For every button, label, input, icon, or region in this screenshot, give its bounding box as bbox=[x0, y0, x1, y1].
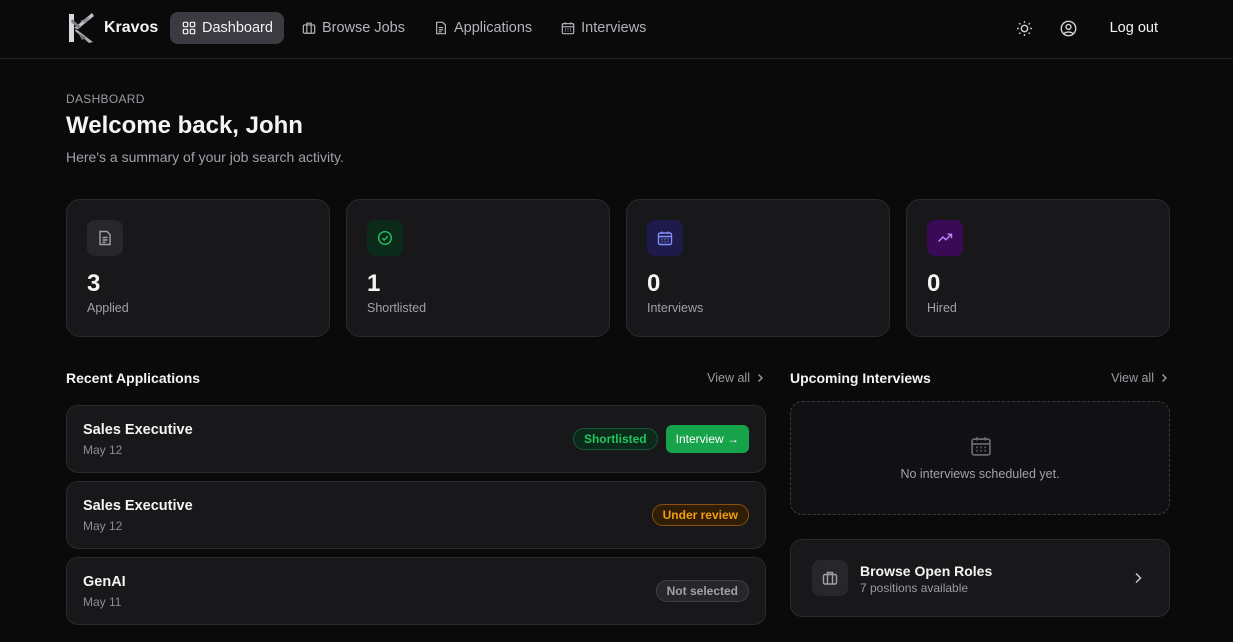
stat-label: Applied bbox=[87, 301, 129, 315]
stat-value: 0 bbox=[647, 270, 661, 297]
top-navigation: Kravos Dashboard Browse Jobs Application… bbox=[0, 0, 1233, 59]
stat-value: 0 bbox=[927, 270, 941, 297]
chevron-right-icon bbox=[758, 374, 763, 382]
browse-title: Browse Open Roles bbox=[860, 563, 993, 579]
application-actions: Shortlisted Interview → bbox=[572, 406, 749, 472]
check-circle-icon bbox=[377, 230, 393, 246]
brand-name: Kravos bbox=[104, 19, 159, 36]
section-title: Recent Applications bbox=[66, 370, 201, 386]
profile-button[interactable] bbox=[1053, 12, 1085, 44]
stat-card-shortlisted[interactable]: 1 Shortlisted bbox=[346, 199, 610, 337]
stat-card-interviews[interactable]: 0 Interviews bbox=[626, 199, 890, 337]
calendar-icon bbox=[971, 437, 991, 456]
stat-label: Hired bbox=[927, 301, 957, 315]
status-badge: Shortlisted bbox=[572, 428, 658, 450]
empty-state-text: No interviews scheduled yet. bbox=[900, 467, 1060, 481]
stats-row: 3 Applied 1 Shortlisted 0 Interviews 0 H… bbox=[66, 199, 1170, 337]
file-icon bbox=[435, 21, 446, 35]
application-title: Sales Executive bbox=[83, 498, 193, 514]
nav-item-browse-jobs[interactable]: Browse Jobs bbox=[290, 12, 416, 44]
stat-value: 1 bbox=[367, 270, 381, 297]
stat-card-hired[interactable]: 0 Hired bbox=[906, 199, 1170, 337]
primary-nav: Dashboard Browse Jobs Applications Inter… bbox=[170, 12, 663, 44]
nav-item-applications[interactable]: Applications bbox=[422, 12, 543, 44]
kravos-logo-icon bbox=[69, 13, 94, 43]
sun-icon bbox=[1017, 20, 1033, 36]
stat-label: Interviews bbox=[647, 301, 704, 315]
file-icon bbox=[99, 230, 111, 246]
theme-toggle-button[interactable] bbox=[1009, 12, 1041, 44]
page-title: Welcome back, John bbox=[66, 112, 303, 139]
stat-value: 3 bbox=[87, 270, 101, 297]
application-title: GenAI bbox=[83, 574, 126, 590]
stat-card-applied[interactable]: 3 Applied bbox=[66, 199, 330, 337]
nav-item-interviews[interactable]: Interviews bbox=[549, 12, 657, 44]
logout-button[interactable]: Log out bbox=[1101, 12, 1167, 44]
list-item[interactable]: Sales Executive May 12 Under review bbox=[66, 481, 766, 549]
nav-item-label: Dashboard bbox=[202, 20, 273, 36]
recent-applications-header: Recent Applications View all bbox=[66, 370, 766, 386]
stat-icon-wrap bbox=[927, 220, 963, 256]
briefcase-icon bbox=[822, 571, 838, 585]
chevron-right-icon bbox=[1162, 374, 1167, 382]
nav-item-dashboard[interactable]: Dashboard bbox=[170, 12, 284, 44]
upcoming-interviews-header: Upcoming Interviews View all bbox=[790, 370, 1170, 386]
dashboard-icon bbox=[182, 21, 196, 35]
calendar-icon bbox=[561, 22, 575, 35]
application-date: May 12 bbox=[83, 443, 123, 457]
stat-label: Shortlisted bbox=[367, 301, 427, 315]
list-item[interactable]: GenAI May 11 Not selected bbox=[66, 557, 766, 625]
stat-icon-wrap bbox=[647, 220, 683, 256]
briefcase-icon bbox=[302, 22, 316, 34]
page-subtitle: Here's a summary of your job search acti… bbox=[66, 149, 344, 165]
stat-icon-wrap bbox=[87, 220, 123, 256]
trending-up-icon bbox=[938, 233, 953, 242]
list-item[interactable]: Sales Executive May 12 Shortlisted Inter… bbox=[66, 405, 766, 473]
user-circle-icon bbox=[1060, 20, 1077, 36]
application-date: May 12 bbox=[83, 519, 123, 533]
application-actions: Not selected bbox=[655, 558, 749, 624]
view-all-label: View all bbox=[707, 371, 750, 385]
browse-subtitle: 7 positions available bbox=[860, 581, 969, 595]
chevron-right-icon bbox=[1135, 572, 1142, 584]
interviews-empty-state: No interviews scheduled yet. bbox=[790, 401, 1170, 515]
application-date: May 11 bbox=[83, 595, 122, 609]
brand-logo[interactable]: Kravos bbox=[66, 11, 158, 45]
status-badge: Not selected bbox=[655, 580, 749, 602]
breadcrumb: DASHBOARD bbox=[66, 92, 145, 106]
applications-list: Sales Executive May 12 Shortlisted Inter… bbox=[66, 405, 766, 633]
nav-item-label: Applications bbox=[453, 20, 533, 36]
section-title: Upcoming Interviews bbox=[790, 370, 931, 386]
stat-icon-wrap bbox=[367, 220, 403, 256]
nav-actions: Log out bbox=[997, 12, 1167, 44]
browse-open-roles-card[interactable]: Browse Open Roles 7 positions available bbox=[790, 539, 1170, 617]
status-badge: Under review bbox=[651, 504, 749, 526]
nav-item-label: Browse Jobs bbox=[321, 20, 405, 36]
interview-button[interactable]: Interview → bbox=[665, 425, 749, 453]
application-actions: Under review bbox=[651, 482, 749, 548]
application-title: Sales Executive bbox=[83, 422, 193, 438]
browse-icon-wrap bbox=[812, 560, 848, 596]
nav-item-label: Interviews bbox=[581, 20, 647, 36]
view-all-interviews-link[interactable]: View all bbox=[1111, 371, 1170, 385]
view-all-applications-link[interactable]: View all bbox=[707, 371, 766, 385]
calendar-icon bbox=[657, 231, 673, 246]
view-all-label: View all bbox=[1111, 371, 1154, 385]
